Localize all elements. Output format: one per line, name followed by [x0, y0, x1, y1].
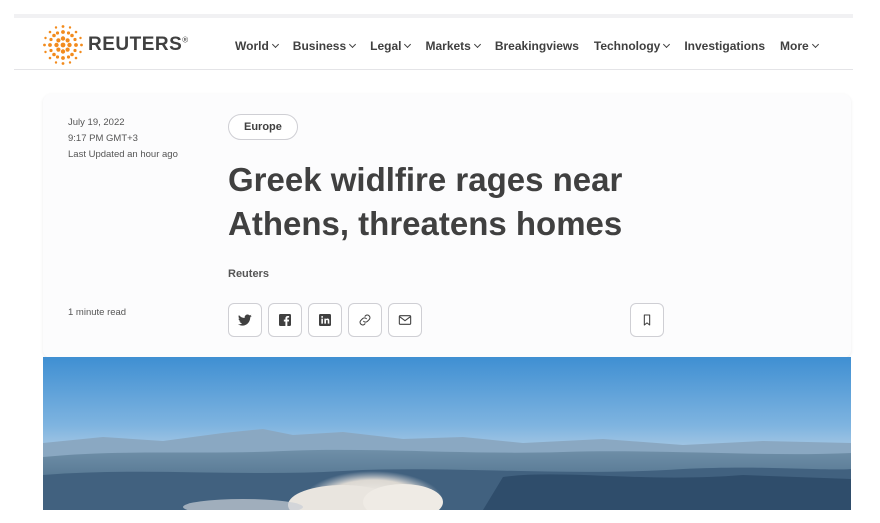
reuters-logo[interactable]: REUTERS® [42, 24, 189, 66]
article-headline: Greek widlfire rages near Athens, threat… [228, 161, 623, 242]
nav-item-business[interactable]: Business [292, 39, 357, 53]
share-buttons [228, 303, 422, 337]
nav-label: More [780, 39, 809, 53]
nav-label: Legal [370, 39, 402, 53]
nav-item-markets[interactable]: Markets [425, 39, 481, 53]
share-twitter-button[interactable] [228, 303, 262, 337]
nav-label: World [235, 39, 269, 53]
nav-item-technology[interactable]: Technology [593, 39, 671, 53]
article-hero-image [43, 357, 851, 510]
linkedin-icon [319, 314, 331, 326]
bookmark-icon [643, 314, 651, 326]
nav-label: Investigations [684, 39, 766, 53]
share-email-button[interactable] [388, 303, 422, 337]
nav-label: Technology [593, 39, 661, 53]
bookmark-button[interactable] [630, 303, 664, 337]
read-time: 1 minute read [68, 307, 127, 318]
email-icon [398, 315, 412, 325]
brand-name: REUTERS® [88, 34, 189, 55]
main-nav: World Business Legal Markets Breakingvie… [235, 39, 833, 53]
top-navigation-bar: REUTERS® World Business Legal Markets Br… [14, 14, 853, 70]
chevron-down-icon [473, 40, 481, 49]
nav-label: Business [292, 39, 347, 53]
article-byline[interactable]: Reuters [228, 268, 269, 280]
nav-item-more[interactable]: More [780, 39, 819, 53]
nav-label: Breakingviews [494, 39, 579, 53]
nav-item-legal[interactable]: Legal [370, 39, 412, 53]
publish-date: July 19, 2022 [68, 117, 125, 128]
share-linkedin-button[interactable] [308, 303, 342, 337]
chevron-down-icon [271, 40, 279, 49]
chevron-down-icon [811, 40, 819, 49]
article-meta: July 19, 2022 9:17 PM GMT+3 Last Updated… [68, 115, 178, 163]
last-updated: Last Updated an hour ago [68, 149, 178, 160]
chevron-down-icon [349, 40, 357, 49]
twitter-icon [238, 314, 252, 326]
facebook-icon [279, 314, 291, 326]
nav-item-breakingviews[interactable]: Breakingviews [495, 39, 579, 53]
section-tag-europe[interactable]: Europe [228, 114, 298, 140]
link-icon [359, 314, 371, 326]
reuters-logo-icon [43, 25, 83, 65]
copy-link-button[interactable] [348, 303, 382, 337]
article-header-card: July 19, 2022 9:17 PM GMT+3 Last Updated… [43, 94, 851, 358]
publish-time: 9:17 PM GMT+3 [68, 133, 138, 144]
share-facebook-button[interactable] [268, 303, 302, 337]
chevron-down-icon [663, 40, 671, 49]
wildfire-aerial-photo [43, 357, 851, 510]
chevron-down-icon [404, 40, 412, 49]
nav-label: Markets [425, 39, 471, 53]
nav-item-world[interactable]: World [235, 39, 279, 53]
nav-item-investigations[interactable]: Investigations [684, 39, 765, 53]
